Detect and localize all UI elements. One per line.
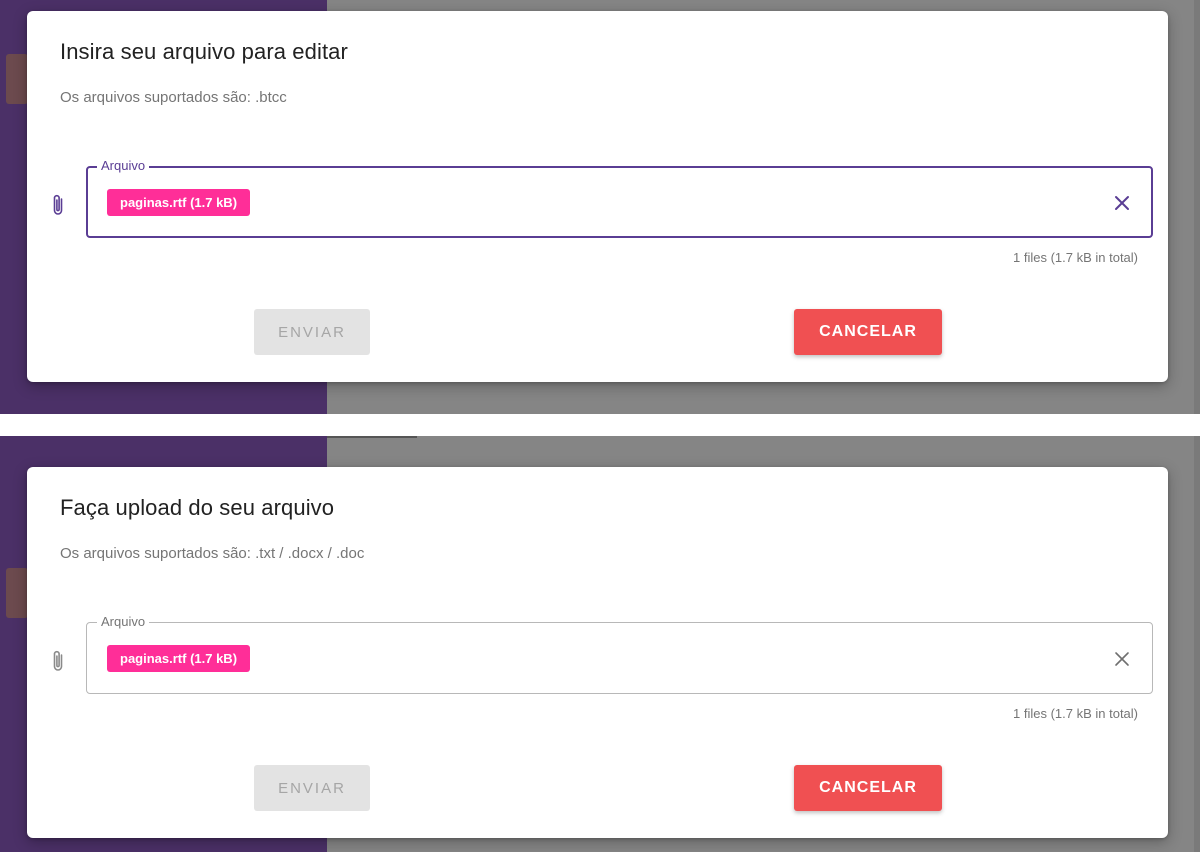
cancel-button[interactable]: CANCELAR	[794, 765, 942, 811]
dialog-title: Insira seu arquivo para editar	[60, 39, 348, 64]
close-icon[interactable]	[1110, 647, 1134, 671]
file-field-label: Arquivo	[97, 157, 150, 175]
paperclip-icon[interactable]	[50, 649, 66, 673]
file-total-info: 1 files (1.7 kB in total)	[1013, 706, 1138, 721]
send-button[interactable]: ENVIAR	[254, 309, 370, 355]
scrollbar-track	[1194, 0, 1200, 414]
cancel-button[interactable]: CANCELAR	[794, 309, 942, 355]
file-field-label: Arquivo	[97, 613, 150, 631]
backdrop-element	[6, 54, 28, 104]
supported-formats-text: Os arquivos suportados são: .btcc	[60, 89, 287, 106]
paperclip-icon[interactable]	[50, 193, 66, 217]
send-button[interactable]: ENVIAR	[254, 765, 370, 811]
backdrop-element	[6, 568, 28, 618]
file-chip[interactable]: paginas.rtf (1.7 kB)	[107, 189, 251, 216]
supported-formats-text: Os arquivos suportados são: .txt / .docx…	[60, 545, 365, 562]
screenshot-panel-bottom: Faça upload do seu arquivo Os arquivos s…	[0, 436, 1200, 852]
upload-dialog: Insira seu arquivo para editar Os arquiv…	[27, 11, 1168, 382]
file-total-info: 1 files (1.7 kB in total)	[1013, 250, 1138, 265]
file-input-field[interactable]: Arquivo paginas.rtf (1.7 kB)	[86, 613, 1153, 694]
file-input-field[interactable]: Arquivo paginas.rtf (1.7 kB)	[86, 157, 1153, 238]
backdrop-element	[327, 436, 417, 438]
screenshot-panel-top: Insira seu arquivo para editar Os arquiv…	[0, 0, 1200, 414]
dialog-title: Faça upload do seu arquivo	[60, 495, 335, 520]
close-icon[interactable]	[1110, 191, 1134, 215]
scrollbar-track	[1194, 436, 1200, 852]
file-chip[interactable]: paginas.rtf (1.7 kB)	[107, 645, 251, 672]
upload-dialog: Faça upload do seu arquivo Os arquivos s…	[27, 467, 1168, 838]
